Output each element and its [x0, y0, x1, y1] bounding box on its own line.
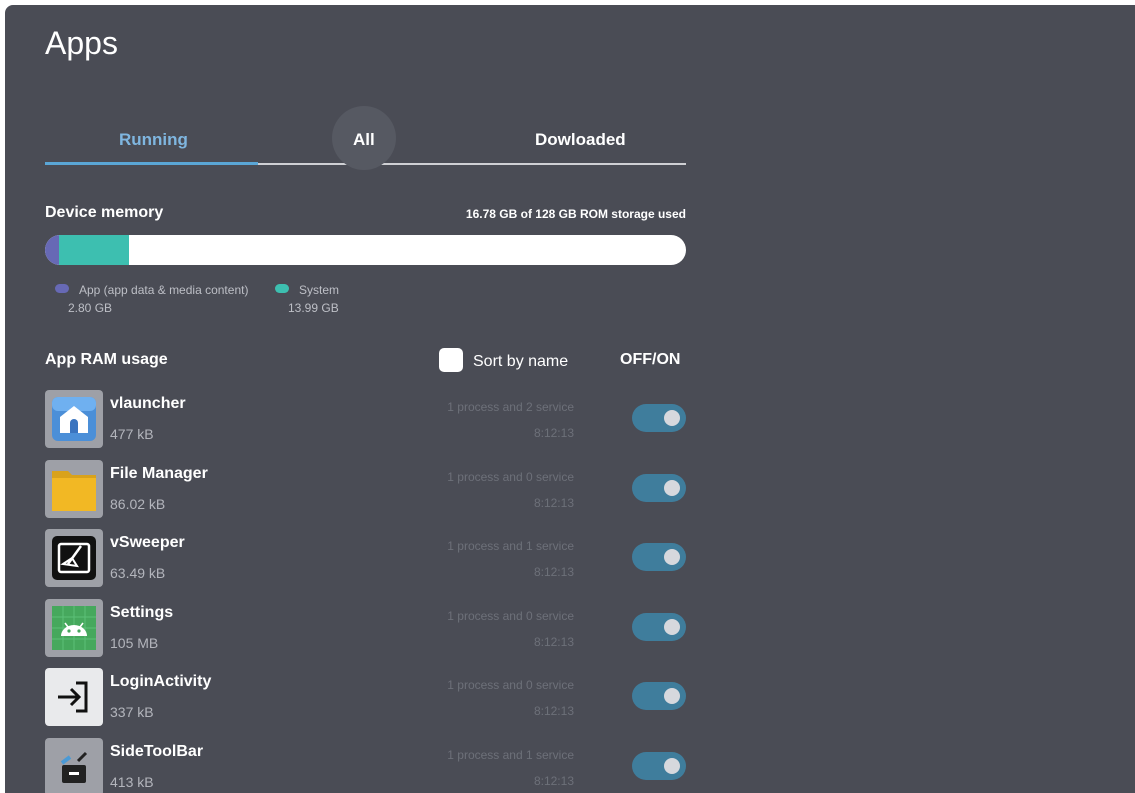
app-running-time: 8:12:13 — [533, 565, 574, 579]
legend-system-name: System — [299, 283, 340, 297]
app-process-count: 1 process and 0 service — [447, 678, 574, 692]
app-size: 337 kB — [110, 704, 154, 720]
app-running-time: 8:12:13 — [533, 774, 574, 788]
tab-bar: Running All Dowloaded — [45, 106, 686, 170]
app-running-time: 8:12:13 — [533, 496, 574, 510]
memory-bar-app-segment — [45, 235, 60, 265]
device-memory-label: Device memory — [45, 204, 164, 221]
app-name: SideToolBar — [110, 743, 204, 760]
legend-system: System 13.99 GB — [275, 283, 395, 323]
app-size: 63.49 kB — [110, 565, 166, 581]
app-process-count: 1 process and 2 service — [447, 400, 574, 414]
home-icon — [45, 390, 103, 448]
apps-screen: Apps Running All Dowloaded Device memory… — [5, 5, 1135, 793]
broom-icon — [45, 529, 103, 587]
app-toggle-loginactivity[interactable] — [632, 682, 686, 710]
app-row-settings[interactable]: Settings 105 MB 1 process and 0 service … — [45, 599, 686, 659]
toggle-knob — [664, 619, 680, 635]
tab-active-indicator — [45, 162, 258, 165]
app-name: vSweeper — [110, 534, 185, 551]
app-row-vsweeper[interactable]: vSweeper 63.49 kB 1 process and 1 servic… — [45, 529, 686, 589]
app-name: Settings — [110, 604, 174, 621]
legend-app-size: 2.80 GB — [68, 301, 113, 315]
tab-downloaded[interactable]: Dowloaded — [535, 130, 626, 150]
toggle-knob — [664, 758, 680, 774]
legend-app-name: App (app data & media content) — [79, 283, 249, 297]
legend-app-dot — [55, 284, 69, 293]
app-name: File Manager — [110, 465, 208, 482]
app-toggle-file-manager[interactable] — [632, 474, 686, 502]
page-title: Apps — [45, 25, 118, 61]
app-name: vlauncher — [110, 395, 186, 412]
folder-icon — [45, 460, 103, 518]
android-icon — [45, 599, 103, 657]
tab-all[interactable]: All — [332, 106, 396, 170]
app-toggle-settings[interactable] — [632, 613, 686, 641]
login-arrow-icon — [45, 668, 103, 726]
app-size: 86.02 kB — [110, 496, 166, 512]
toolbox-icon — [45, 738, 103, 793]
app-process-count: 1 process and 0 service — [447, 609, 574, 623]
app-process-count: 1 process and 1 service — [447, 748, 574, 762]
app-ram-usage-label: App RAM usage — [45, 351, 168, 368]
app-size: 105 MB — [110, 635, 159, 651]
legend-system-size: 13.99 GB — [288, 301, 339, 315]
app-size: 413 kB — [110, 774, 154, 790]
memory-usage-bar — [45, 235, 686, 265]
memory-bar-system-segment — [59, 235, 130, 265]
tab-all-label: All — [353, 130, 375, 149]
app-process-count: 1 process and 0 service — [447, 470, 574, 484]
app-row-loginactivity[interactable]: LoginActivity 337 kB 1 process and 0 ser… — [45, 668, 686, 728]
app-process-count: 1 process and 1 service — [447, 539, 574, 553]
storage-used-text: 16.78 GB of 128 GB ROM storage used — [465, 207, 686, 221]
app-row-file-manager[interactable]: File Manager 86.02 kB 1 process and 0 se… — [45, 460, 686, 520]
toggle-knob — [664, 410, 680, 426]
app-toggle-vsweeper[interactable] — [632, 543, 686, 571]
sort-by-name-label[interactable]: Sort by name — [473, 353, 568, 371]
app-running-time: 8:12:13 — [533, 635, 574, 649]
toggle-knob — [664, 549, 680, 565]
legend-system-dot — [275, 284, 289, 293]
app-size: 477 kB — [110, 426, 154, 442]
tab-running[interactable]: Running — [119, 130, 188, 150]
app-running-time: 8:12:13 — [533, 704, 574, 718]
app-toggle-sidetoolbar[interactable] — [632, 752, 686, 780]
app-row-sidetoolbar[interactable]: SideToolBar 413 kB 1 process and 1 servi… — [45, 738, 686, 793]
sort-by-name-checkbox[interactable] — [439, 348, 463, 372]
app-toggle-vlauncher[interactable] — [632, 404, 686, 432]
off-on-header: OFF/ON — [620, 351, 681, 368]
toggle-knob — [664, 688, 680, 704]
toggle-knob — [664, 480, 680, 496]
app-row-vlauncher[interactable]: vlauncher 477 kB 1 process and 2 service… — [45, 390, 686, 450]
app-name: LoginActivity — [110, 673, 212, 690]
app-running-time: 8:12:13 — [533, 426, 574, 440]
legend-app: App (app data & media content) 2.80 GB — [55, 283, 285, 323]
